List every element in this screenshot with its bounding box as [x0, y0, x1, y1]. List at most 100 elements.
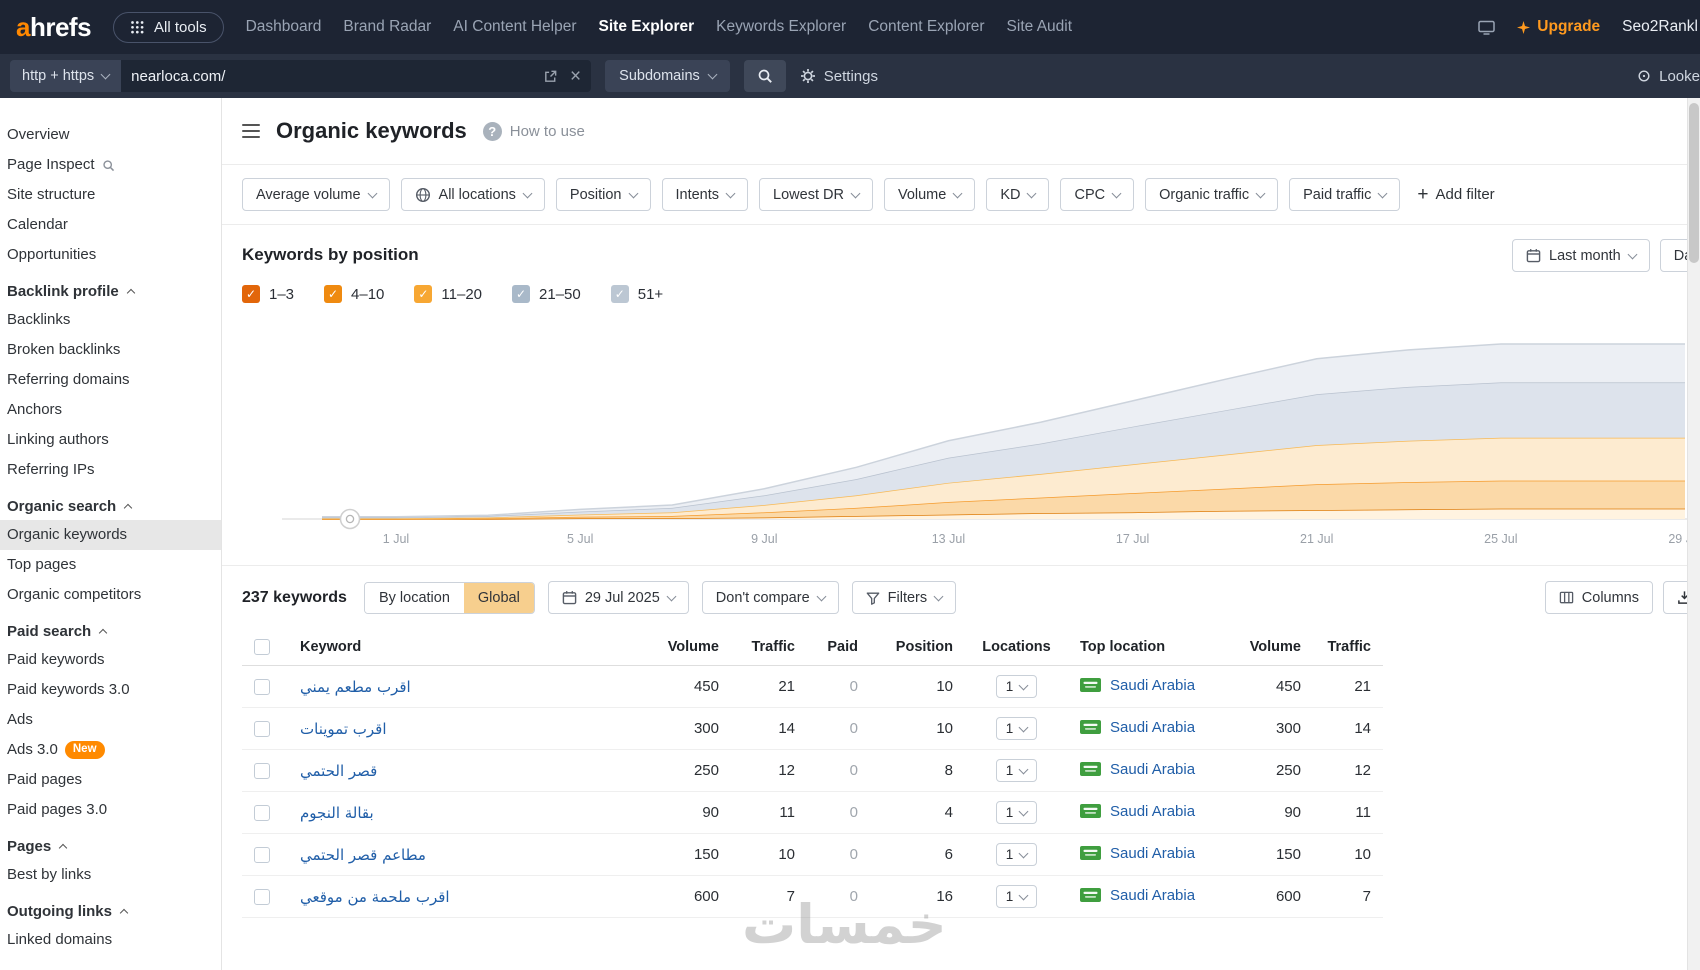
- sidebar-item-anchors[interactable]: Anchors: [0, 395, 221, 425]
- filter-lowest-dr[interactable]: Lowest DR: [759, 178, 873, 211]
- sidebar-item-linked-domains[interactable]: Linked domains: [0, 925, 221, 955]
- keyword-link[interactable]: قصر الحتمي: [300, 762, 377, 780]
- sidebar-section-outgoing-links[interactable]: Outgoing links: [0, 890, 221, 925]
- hamburger-menu-icon[interactable]: [242, 124, 260, 137]
- sidebar-item-top-pages[interactable]: Top pages: [0, 550, 221, 580]
- sidebar-item-paid-pages-3-0[interactable]: Paid pages 3.0: [0, 795, 221, 825]
- filter-organic-traffic[interactable]: Organic traffic: [1145, 178, 1279, 211]
- keyword-link[interactable]: اقرب ملحمة من موقعي: [300, 888, 450, 906]
- sidebar-item-paid-keywords-3-0[interactable]: Paid keywords 3.0: [0, 675, 221, 705]
- table-date-button[interactable]: 29 Jul 2025: [547, 581, 689, 614]
- searchbar-right-partial[interactable]: Looke: [1637, 68, 1700, 85]
- top-location-link[interactable]: Saudi Arabia: [1110, 803, 1195, 820]
- filter-paid-traffic[interactable]: Paid traffic: [1289, 178, 1401, 211]
- column-header-volume[interactable]: Volume: [628, 629, 731, 667]
- sidebar-item-overview[interactable]: Overview: [0, 120, 221, 150]
- legend-checkbox[interactable]: ✓: [324, 285, 343, 303]
- keyword-link[interactable]: اقرب مطعم يمني: [300, 678, 411, 696]
- keywords-by-position-chart[interactable]: 1 Jul 5 Jul 9 Jul 13 Jul 17 Jul 21 Jul 25 Jul 2…: [242, 309, 1700, 555]
- sidebar-item-paid-keywords[interactable]: Paid keywords: [0, 645, 221, 675]
- all-tools-button[interactable]: All tools: [113, 11, 224, 43]
- sidebar-item-ads[interactable]: Ads: [0, 705, 221, 735]
- row-checkbox[interactable]: [254, 721, 270, 738]
- sidebar-item-referring-ips[interactable]: Referring IPs: [0, 455, 221, 485]
- sidebar-item-linking-authors[interactable]: Linking authors: [0, 425, 221, 455]
- filter-all-locations[interactable]: All locations: [400, 178, 545, 211]
- sidebar-section-pages[interactable]: Pages: [0, 825, 221, 860]
- column-header-traffic[interactable]: Traffic: [731, 629, 807, 667]
- sidebar-item-ads-3-0[interactable]: Ads 3.0 New: [0, 735, 221, 765]
- topnav-item-dashboard[interactable]: Dashboard: [246, 18, 322, 36]
- locations-select[interactable]: 1: [995, 759, 1038, 783]
- sidebar-item-page-inspect[interactable]: Page Inspect: [0, 150, 221, 180]
- row-checkbox[interactable]: [254, 805, 270, 822]
- sidebar-section-backlink-profile[interactable]: Backlink profile: [0, 270, 221, 305]
- top-location-link[interactable]: Saudi Arabia: [1110, 887, 1195, 904]
- keyword-link[interactable]: مطاعم قصر الحتمي: [300, 846, 426, 864]
- top-location-link[interactable]: Saudi Arabia: [1110, 677, 1195, 694]
- compare-button[interactable]: Don't compare: [701, 581, 839, 614]
- sidebar-item-site-structure[interactable]: Site structure: [0, 180, 221, 210]
- topnav-item-brand-radar[interactable]: Brand Radar: [343, 18, 431, 36]
- toggle-global[interactable]: Global: [463, 582, 534, 613]
- legend-item-51+[interactable]: ✓ 51+: [610, 285, 663, 303]
- sidebar-item-best-by-links[interactable]: Best by links: [0, 860, 221, 890]
- column-header-keyword[interactable]: Keyword: [288, 629, 628, 667]
- legend-checkbox[interactable]: ✓: [414, 285, 433, 303]
- locations-select[interactable]: 1: [995, 717, 1038, 741]
- sidebar-item-organic-keywords[interactable]: Organic keywords: [0, 520, 221, 550]
- ahrefs-logo[interactable]: ahrefs: [16, 12, 92, 43]
- keyword-link[interactable]: بقالة النجوم: [300, 804, 374, 822]
- how-to-use-link[interactable]: ? How to use: [482, 121, 585, 141]
- sidebar-item-organic-competitors[interactable]: Organic competitors: [0, 580, 221, 610]
- top-location-link[interactable]: Saudi Arabia: [1110, 761, 1195, 778]
- topnav-item-site-explorer[interactable]: Site Explorer: [599, 18, 695, 36]
- filter-cpc[interactable]: CPC: [1060, 178, 1135, 211]
- row-checkbox[interactable]: [254, 889, 270, 906]
- row-checkbox[interactable]: [254, 847, 270, 864]
- topnav-item-keywords-explorer[interactable]: Keywords Explorer: [716, 18, 846, 36]
- sidebar-item-calendar[interactable]: Calendar: [0, 210, 221, 240]
- topnav-item-site-audit[interactable]: Site Audit: [1007, 18, 1073, 36]
- locations-select[interactable]: 1: [995, 843, 1038, 867]
- add-filter-button[interactable]: + Add filter: [1417, 185, 1494, 204]
- select-all-checkbox[interactable]: [254, 639, 270, 656]
- date-range-button[interactable]: Last month: [1512, 239, 1650, 272]
- legend-item-4-10[interactable]: ✓ 4–10: [324, 285, 384, 303]
- account-menu[interactable]: Seo2Rankl: [1622, 18, 1698, 36]
- legend-item-11-20[interactable]: ✓ 11–20: [414, 285, 482, 303]
- column-header-locations[interactable]: Locations: [965, 629, 1068, 667]
- sidebar-item-referring-domains[interactable]: Referring domains: [0, 365, 221, 395]
- locations-select[interactable]: 1: [995, 675, 1038, 699]
- scope-selector[interactable]: Subdomains: [605, 60, 730, 92]
- sidebar-item-opportunities[interactable]: Opportunities: [0, 240, 221, 270]
- column-header-top-location[interactable]: Top location: [1068, 629, 1218, 667]
- filter-average-volume[interactable]: Average volume: [242, 178, 390, 211]
- sidebar-item-broken-backlinks[interactable]: Broken backlinks: [0, 335, 221, 365]
- toggle-by-location[interactable]: By location: [364, 582, 464, 613]
- clear-icon[interactable]: ×: [570, 67, 581, 86]
- filter-volume[interactable]: Volume: [883, 178, 976, 211]
- column-header-traffic[interactable]: Traffic: [1313, 629, 1383, 667]
- scrollbar-thumb[interactable]: [1689, 103, 1699, 263]
- upgrade-button[interactable]: Upgrade: [1517, 18, 1600, 36]
- protocol-selector[interactable]: http + https: [10, 60, 122, 92]
- legend-item-1-3[interactable]: ✓ 1–3: [242, 285, 294, 303]
- legend-checkbox[interactable]: ✓: [242, 285, 260, 303]
- external-link-icon[interactable]: [543, 69, 558, 84]
- top-location-link[interactable]: Saudi Arabia: [1110, 719, 1195, 736]
- sidebar-item-backlinks[interactable]: Backlinks: [0, 305, 221, 335]
- target-url-input[interactable]: [131, 67, 544, 85]
- sidebar-item-paid-pages[interactable]: Paid pages: [0, 765, 221, 795]
- sidebar-section-paid-search[interactable]: Paid search: [0, 610, 221, 645]
- sidebar-section-organic-search[interactable]: Organic search: [0, 485, 221, 520]
- row-checkbox[interactable]: [254, 763, 270, 780]
- topnav-item-ai-content-helper[interactable]: AI Content Helper: [453, 18, 576, 36]
- legend-item-21-50[interactable]: ✓ 21–50: [512, 285, 581, 303]
- column-header-paid[interactable]: Paid: [807, 629, 870, 667]
- filter-position[interactable]: Position: [555, 178, 651, 211]
- columns-button[interactable]: Columns: [1544, 581, 1653, 614]
- top-location-link[interactable]: Saudi Arabia: [1110, 845, 1195, 862]
- filter-intents[interactable]: Intents: [661, 178, 749, 211]
- column-header-position[interactable]: Position: [870, 629, 965, 667]
